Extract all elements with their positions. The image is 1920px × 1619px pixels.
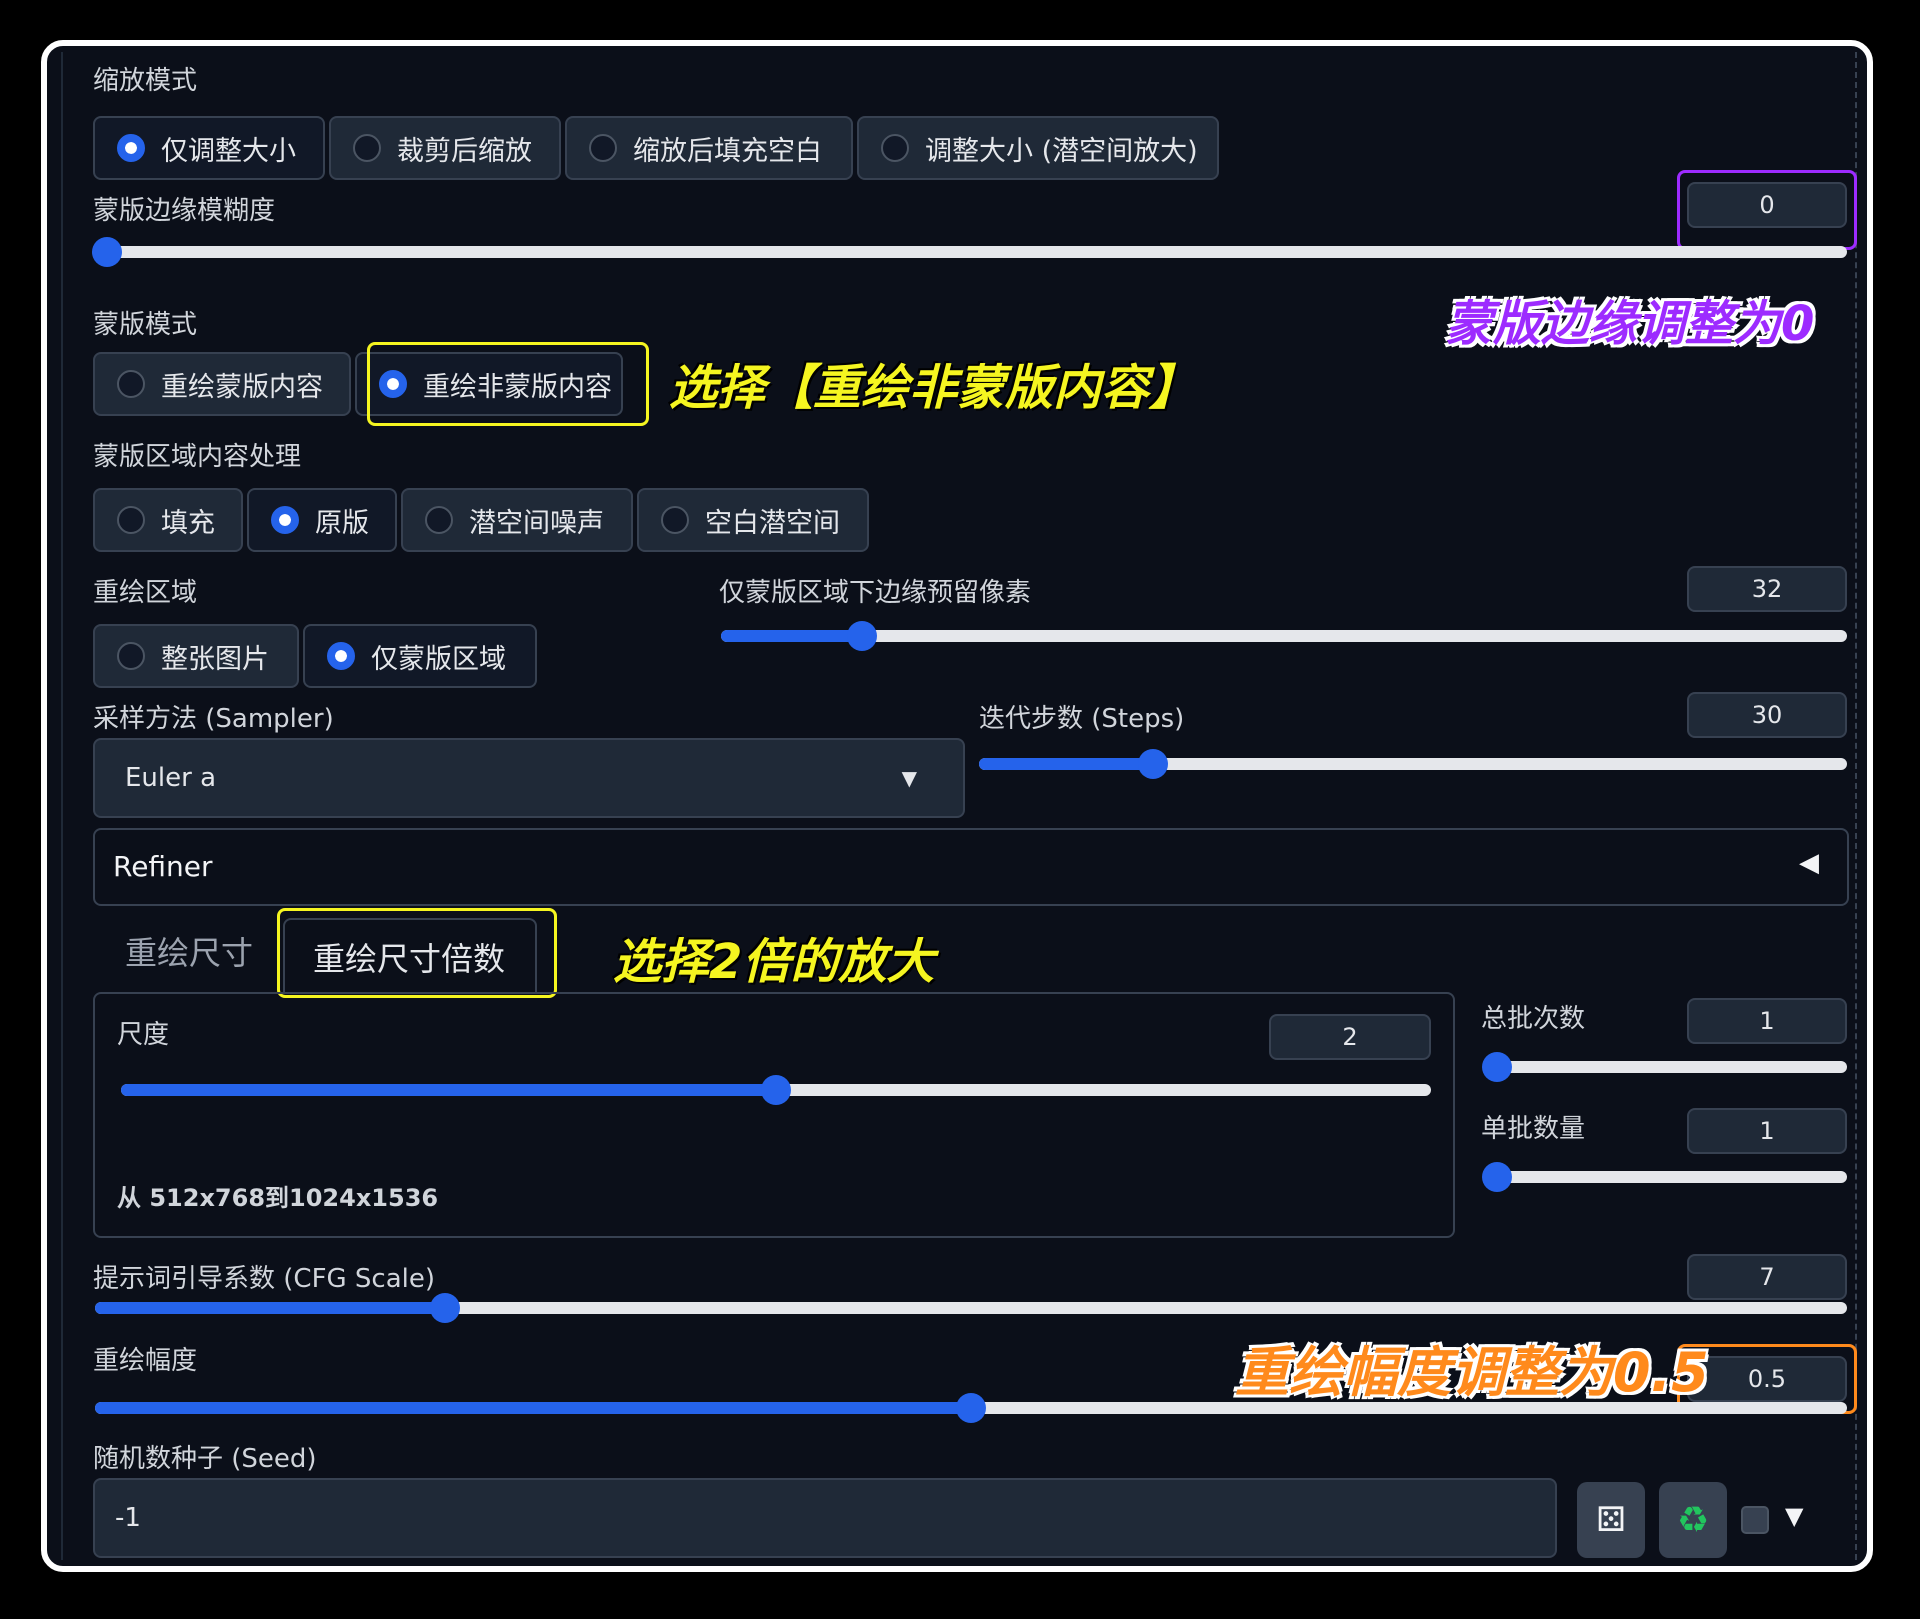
radio-indicator	[271, 506, 299, 534]
sampler-label: 采样方法 (Sampler)	[93, 704, 334, 734]
scale-info: 从 512x768到1024x1536	[117, 1184, 439, 1212]
resize-mode-option[interactable]: 裁剪后缩放	[329, 116, 561, 180]
tab-highlight	[277, 908, 557, 998]
caret-down-icon[interactable]: ▼	[1785, 1502, 1803, 1530]
denoising-slider[interactable]	[95, 1393, 1847, 1423]
panel-left-border	[61, 52, 63, 1560]
radio-indicator	[327, 642, 355, 670]
mask-mode-option[interactable]: 重绘蒙版内容	[93, 352, 351, 416]
inpaint-area-option[interactable]: 整张图片	[93, 624, 299, 688]
radio-indicator	[661, 506, 689, 534]
masked-content-option[interactable]: 原版	[247, 488, 397, 552]
batch-count-slider[interactable]	[1482, 1052, 1847, 1082]
radio-label: 潜空间噪声	[469, 507, 604, 539]
seed-value: -1	[115, 1503, 141, 1533]
slider-handle[interactable]	[92, 237, 122, 267]
masked-content-radio-group: 填充 原版 潜空间噪声 空白潜空间	[93, 488, 869, 552]
extra-seed-checkbox[interactable]	[1741, 1506, 1769, 1534]
dice-icon: ⚄	[1596, 1500, 1626, 1540]
slider-handle[interactable]	[1482, 1162, 1512, 1192]
sampler-value: Euler a	[125, 763, 217, 793]
slider-handle[interactable]	[956, 1393, 986, 1423]
resize-mode-option[interactable]: 缩放后填充空白	[565, 116, 853, 180]
slider-handle[interactable]	[1137, 749, 1168, 779]
steps-label: 迭代步数 (Steps)	[979, 704, 1185, 734]
radio-label: 整张图片	[161, 643, 269, 675]
steps-slider[interactable]	[979, 749, 1847, 779]
batch-count-number-input[interactable]: 1	[1687, 998, 1847, 1044]
mask-blur-highlight	[1677, 170, 1857, 250]
masked-padding-label: 仅蒙版区域下边缘预留像素	[719, 578, 1032, 608]
cfg-scale-number-input[interactable]: 7	[1687, 1254, 1847, 1300]
radio-label: 重绘蒙版内容	[161, 371, 323, 403]
seed-label: 随机数种子 (Seed)	[93, 1444, 317, 1474]
sampler-dropdown[interactable]: Euler a ▼	[93, 738, 965, 818]
settings-panel: 缩放模式 仅调整大小 裁剪后缩放 缩放后填充空白 调整大小 (潜空间放大) 蒙版边缘模…	[41, 40, 1873, 1572]
radio-label: 调整大小 (潜空间放大)	[925, 135, 1198, 167]
denoising-label: 重绘幅度	[93, 1346, 198, 1376]
batch-size-label: 单批数量	[1481, 1114, 1586, 1144]
seed-input[interactable]: -1	[93, 1478, 1557, 1558]
resize-mode-radio-group: 仅调整大小 裁剪后缩放 缩放后填充空白 调整大小 (潜空间放大)	[93, 116, 1219, 180]
masked-content-option[interactable]: 填充	[93, 488, 243, 552]
radio-indicator	[117, 642, 145, 670]
radio-indicator	[425, 506, 453, 534]
cfg-scale-label: 提示词引导系数 (CFG Scale)	[93, 1264, 436, 1294]
radio-indicator	[881, 134, 909, 162]
mask-mode-label: 蒙版模式	[93, 310, 198, 340]
mask-blur-label: 蒙版边缘模糊度	[93, 196, 276, 226]
scale-label: 尺度	[117, 1020, 170, 1050]
reuse-seed-button[interactable]: ♻	[1659, 1482, 1727, 1558]
slider-handle[interactable]	[846, 621, 877, 651]
radio-label: 仅调整大小	[161, 135, 296, 167]
scale-slider[interactable]	[121, 1075, 1431, 1105]
masked-content-label: 蒙版区域内容处理	[93, 442, 302, 472]
random-seed-button[interactable]: ⚄	[1577, 1482, 1645, 1558]
radio-label: 填充	[161, 507, 215, 539]
masked-content-option[interactable]: 空白潜空间	[637, 488, 869, 552]
radio-label: 裁剪后缩放	[397, 135, 532, 167]
resize-mode-option[interactable]: 仅调整大小	[93, 116, 325, 180]
inpaint-area-option[interactable]: 仅蒙版区域	[303, 624, 537, 688]
inpaint-area-radio-group: 整张图片 仅蒙版区域	[93, 624, 537, 688]
mask-mode-highlight	[367, 342, 649, 426]
cfg-scale-slider[interactable]	[95, 1293, 1847, 1323]
steps-number-input[interactable]: 30	[1687, 692, 1847, 738]
resize-mode-option[interactable]: 调整大小 (潜空间放大)	[857, 116, 1219, 180]
panel-right-border	[1855, 52, 1857, 1560]
inpaint-area-label: 重绘区域	[93, 578, 198, 608]
slider-handle[interactable]	[761, 1075, 791, 1105]
radio-indicator	[117, 370, 145, 398]
radio-label: 仅蒙版区域	[371, 643, 506, 675]
masked-padding-number-input[interactable]: 32	[1687, 566, 1847, 612]
annotation-mask-blur: 蒙版边缘调整为0	[1445, 296, 1815, 352]
radio-label: 空白潜空间	[705, 507, 840, 539]
radio-indicator	[589, 134, 617, 162]
slider-handle[interactable]	[1482, 1052, 1512, 1082]
radio-indicator	[117, 506, 145, 534]
annotation-mask-mode: 选择【重绘非蒙版内容】	[669, 360, 1198, 416]
masked-content-option[interactable]: 潜空间噪声	[401, 488, 633, 552]
annotation-scale: 选择2倍的放大	[613, 934, 935, 990]
batch-size-number-input[interactable]: 1	[1687, 1108, 1847, 1154]
masked-padding-slider[interactable]	[721, 621, 1847, 651]
scale-number-input[interactable]: 2	[1269, 1014, 1431, 1060]
mask-blur-slider[interactable]	[92, 237, 1847, 267]
batch-size-slider[interactable]	[1482, 1162, 1847, 1192]
caret-down-icon: ▼	[901, 766, 917, 790]
tab-resize-to[interactable]: 重绘尺寸	[125, 928, 253, 974]
radio-label: 缩放后填充空白	[633, 135, 822, 167]
refiner-accordion[interactable]: Refiner ◀	[93, 828, 1849, 906]
radio-indicator	[353, 134, 381, 162]
annotation-denoising: 重绘幅度调整为0.5	[1235, 1341, 1709, 1404]
recycle-icon: ♻	[1676, 1499, 1710, 1541]
scale-panel: 尺度 2 从 512x768到1024x1536	[93, 992, 1455, 1238]
batch-count-label: 总批次数	[1481, 1004, 1586, 1034]
triangle-left-icon: ◀	[1799, 848, 1819, 878]
slider-handle[interactable]	[430, 1293, 461, 1323]
radio-indicator	[117, 134, 145, 162]
resize-mode-label: 缩放模式	[93, 66, 198, 96]
radio-label: 原版	[315, 507, 369, 539]
refiner-title: Refiner	[113, 850, 213, 883]
